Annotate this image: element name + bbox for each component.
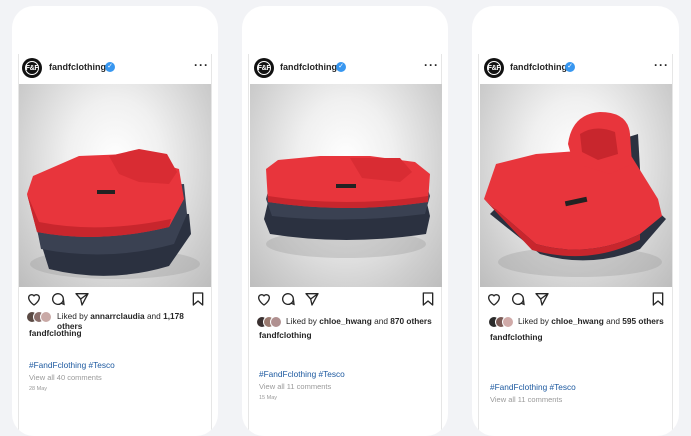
post-owner[interactable]: fandfclothing xyxy=(29,328,82,338)
liker-avatar xyxy=(40,311,52,323)
more-icon[interactable]: ··· xyxy=(424,58,439,72)
post-username[interactable]: fandfclothing xyxy=(49,62,106,72)
verified-icon: ✓ xyxy=(336,62,346,72)
view-comments-link[interactable]: View all 11 comments xyxy=(259,382,331,391)
profile-avatar[interactable]: F&F xyxy=(254,58,274,78)
post-actions xyxy=(26,291,206,311)
post-hashtags[interactable]: #FandFclothing #Tesco xyxy=(259,369,345,379)
verified-icon: ✓ xyxy=(565,62,575,72)
post-actions xyxy=(256,291,436,311)
post-header: F&F fandfclothing ✓ ··· xyxy=(242,54,448,84)
post-card: F&F fandfclothing ✓ ··· Liked by chloe_h… xyxy=(242,6,448,436)
comment-icon[interactable] xyxy=(510,291,526,307)
post-photo[interactable] xyxy=(480,84,672,287)
post-date: 15 May xyxy=(259,395,278,401)
more-icon[interactable]: ··· xyxy=(194,58,209,72)
view-comments-link[interactable]: View all 40 comments xyxy=(29,373,102,382)
profile-avatar[interactable]: F&F xyxy=(484,58,504,78)
liked-by-user[interactable]: annarrclaudia xyxy=(90,311,144,321)
liked-by-user[interactable]: chloe_hwang xyxy=(319,316,372,326)
liked-by-user[interactable]: chloe_hwang xyxy=(551,316,604,326)
heart-icon[interactable] xyxy=(486,291,502,307)
post-photo[interactable] xyxy=(250,84,442,287)
likes-summary: Liked by chloe_hwang and 870 others xyxy=(286,316,432,326)
verified-icon: ✓ xyxy=(105,62,115,72)
comment-icon[interactable] xyxy=(50,291,66,307)
share-icon[interactable] xyxy=(534,291,550,307)
post-photo[interactable] xyxy=(19,84,211,287)
share-icon[interactable] xyxy=(304,291,320,307)
bookmark-icon[interactable] xyxy=(190,291,206,307)
post-owner[interactable]: fandfclothing xyxy=(490,332,543,342)
comment-icon[interactable] xyxy=(280,291,296,307)
post-header: F&F fandfclothing ✓ ··· xyxy=(472,54,679,84)
liker-avatar xyxy=(270,316,282,328)
bookmark-icon[interactable] xyxy=(650,291,666,307)
heart-icon[interactable] xyxy=(26,291,42,307)
hoodie-image xyxy=(27,149,200,279)
post-date: 28 May xyxy=(29,386,48,392)
post-card: F&F fandfclothing ✓ ··· Liked by annarrc… xyxy=(12,6,218,436)
share-icon[interactable] xyxy=(74,291,90,307)
post-header: F&F fandfclothing ✓ ··· xyxy=(12,54,218,84)
post-owner[interactable]: fandfclothing xyxy=(259,330,312,340)
more-icon[interactable]: ··· xyxy=(654,58,669,72)
view-comments-link[interactable]: View all 11 comments xyxy=(490,395,562,404)
post-hashtags[interactable]: #FandFclothing #Tesco xyxy=(29,360,115,370)
heart-icon[interactable] xyxy=(256,291,272,307)
liker-avatar xyxy=(502,316,514,328)
post-card: F&F fandfclothing ✓ ··· Liked by chloe_h… xyxy=(472,6,679,436)
bookmark-icon[interactable] xyxy=(420,291,436,307)
likes-summary: Liked by chloe_hwang and 595 others xyxy=(518,316,664,326)
hoodie-image xyxy=(264,156,430,258)
profile-avatar[interactable]: F&F xyxy=(22,58,42,78)
post-actions xyxy=(486,291,666,311)
post-hashtags[interactable]: #FandFclothing #Tesco xyxy=(490,382,576,392)
hoodie-image xyxy=(484,112,666,277)
post-username[interactable]: fandfclothing xyxy=(510,62,567,72)
post-username[interactable]: fandfclothing xyxy=(280,62,337,72)
